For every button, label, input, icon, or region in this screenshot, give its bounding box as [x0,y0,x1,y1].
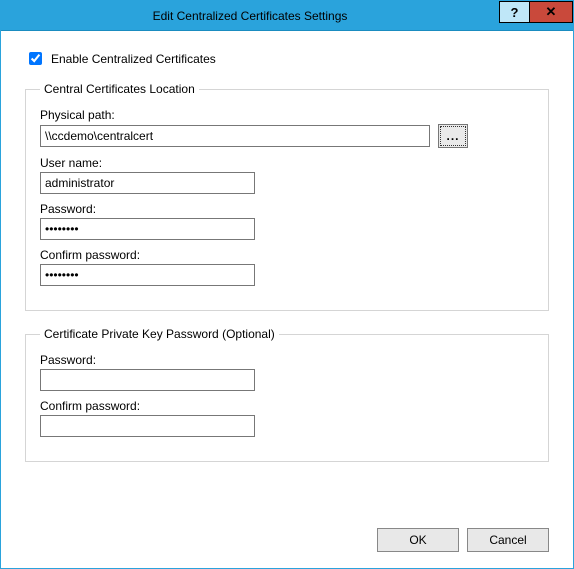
central-location-legend: Central Certificates Location [40,82,199,96]
ok-button[interactable]: OK [377,528,459,552]
password-input[interactable] [40,218,255,240]
username-label: User name: [40,156,534,170]
central-location-group: Central Certificates Location Physical p… [25,82,549,311]
window-controls: ? ✕ [499,1,573,30]
confirm-password-field: Confirm password: [40,248,534,286]
close-button[interactable]: ✕ [529,1,573,23]
username-input[interactable] [40,172,255,194]
title-bar: Edit Centralized Certificates Settings ?… [1,1,573,31]
enable-centralized-label: Enable Centralized Certificates [51,52,216,66]
enable-checkbox-row: Enable Centralized Certificates [25,49,549,68]
username-field: User name: [40,156,534,194]
help-button[interactable]: ? [499,1,529,23]
pk-confirm-password-label: Confirm password: [40,399,534,413]
physical-path-input[interactable] [40,125,430,147]
confirm-password-label: Confirm password: [40,248,534,262]
physical-path-label: Physical path: [40,108,534,122]
cancel-button[interactable]: Cancel [467,528,549,552]
pk-password-label: Password: [40,353,534,367]
pk-confirm-password-field: Confirm password: [40,399,534,437]
dialog-body: Enable Centralized Certificates Central … [1,31,573,568]
confirm-password-input[interactable] [40,264,255,286]
ellipsis-icon: ... [446,129,459,143]
password-field: Password: [40,202,534,240]
browse-button[interactable]: ... [438,124,468,148]
enable-centralized-checkbox[interactable] [29,52,42,65]
pk-password-input[interactable] [40,369,255,391]
window-title: Edit Centralized Certificates Settings [1,9,499,23]
dialog-footer: OK Cancel [25,518,549,552]
pk-confirm-password-input[interactable] [40,415,255,437]
private-key-group: Certificate Private Key Password (Option… [25,327,549,462]
private-key-legend: Certificate Private Key Password (Option… [40,327,279,341]
physical-path-field: Physical path: ... [40,108,534,148]
dialog-window: Edit Centralized Certificates Settings ?… [0,0,574,569]
password-label: Password: [40,202,534,216]
pk-password-field: Password: [40,353,534,391]
